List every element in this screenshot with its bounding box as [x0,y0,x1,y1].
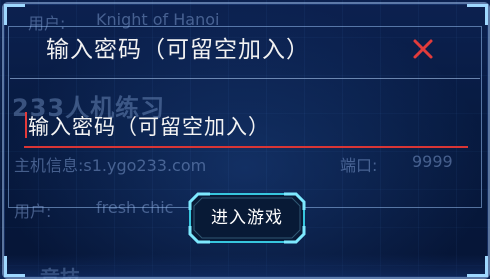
close-icon [413,39,433,59]
bg-port-value: 9999 [412,152,453,171]
bg-user-name-2: fresh chic [96,198,174,217]
close-button[interactable] [410,36,436,62]
text-caret [25,112,27,138]
password-input[interactable] [24,108,468,148]
bottom-bar [0,254,490,279]
bg-port-label: 端口: [340,156,378,175]
bg-host-info: 主机信息:s1.ygo233.com [14,156,207,175]
dialog-divider [10,78,480,79]
enter-game-label: 进入游戏 [211,208,283,228]
game-screen: 用户: Knight of Hanoi 233人机练习 主机信息:s1.ygo2… [0,0,490,279]
enter-game-button[interactable]: 进入游戏 [186,190,308,246]
dialog-title: 输入密码（可留空加入） [46,37,310,63]
bg-user-label-2: 用户: [14,202,52,221]
bg-user-name: Knight of Hanoi [96,10,220,29]
